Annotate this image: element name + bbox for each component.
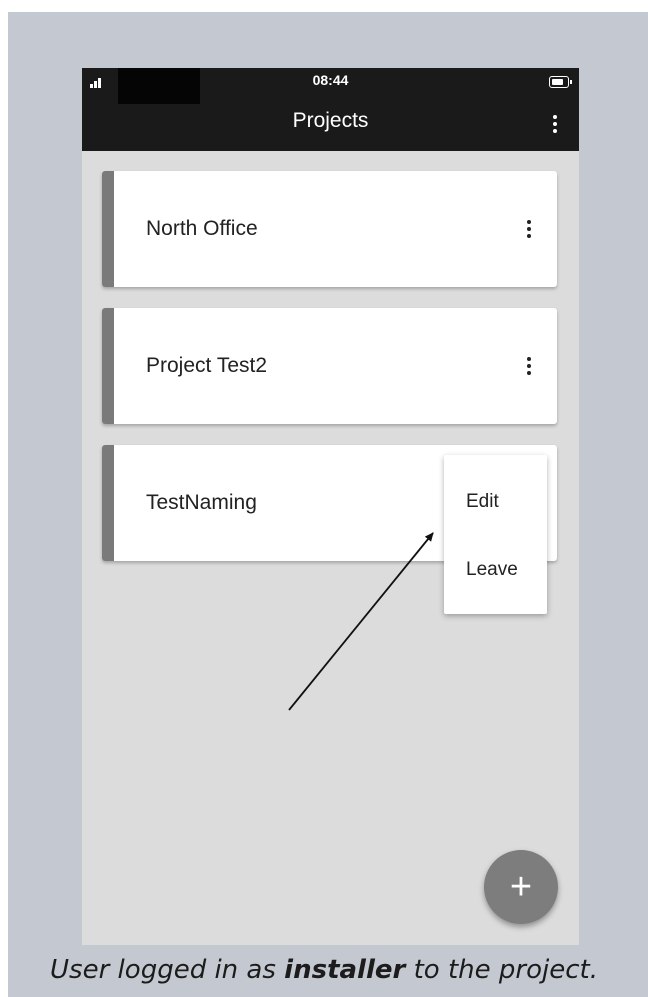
add-icon: +: [509, 866, 533, 908]
caption-text: User logged in as: [50, 955, 285, 985]
figure-caption: User logged in as installer to the proje…: [0, 955, 648, 985]
caption-text-end: to the project.: [405, 955, 598, 985]
annotation-arrow: [288, 532, 434, 711]
caption-role: installer: [284, 955, 406, 985]
phone-screen: 08:44 Projects North Office Project Test…: [82, 68, 579, 945]
add-project-button[interactable]: +: [484, 850, 558, 924]
